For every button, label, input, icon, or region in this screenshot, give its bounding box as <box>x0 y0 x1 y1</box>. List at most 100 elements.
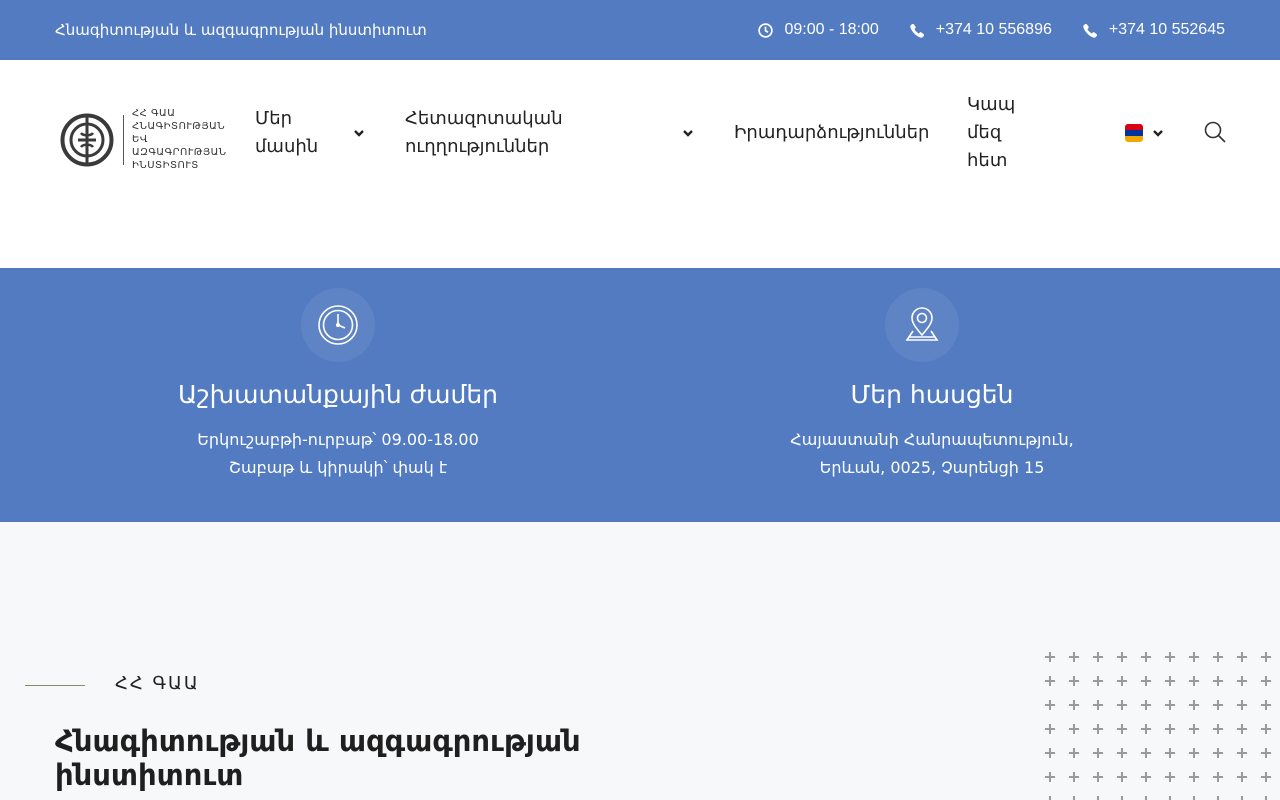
plus-icon <box>1213 676 1223 686</box>
language-switcher[interactable] <box>1125 124 1164 142</box>
plus-icon <box>1117 772 1127 782</box>
nav-item-contact[interactable]: Կապ մեզ հետ <box>967 94 1015 171</box>
plus-icon <box>1189 700 1199 710</box>
working-hours-text: 09:00 - 18:00 <box>784 21 879 38</box>
nav-item-label: Մեր <box>255 108 293 129</box>
chevron-down-icon <box>1153 130 1163 137</box>
phone-link-2[interactable]: +374 10 552645 <box>1082 21 1225 39</box>
plus-icon <box>1237 700 1247 710</box>
nav-item-events[interactable]: Իրադարձություններ <box>734 100 929 166</box>
plus-icon <box>1237 676 1247 686</box>
nav-item-label: Հետազոտական <box>405 108 563 129</box>
nav-item-about[interactable]: Մեր մասին <box>255 100 367 166</box>
phone-number-2: +374 10 552645 <box>1108 21 1225 38</box>
logo-text: ՀՀ ԳԱԱ ՀՆԱԳԻՏՈՒԹՅԱՆ ԵՎ ԱԶԳԱԳՐՈՒԹՅԱՆ ԻՆՍՏ… <box>132 107 244 172</box>
address-title: Մեր հասցեն <box>850 380 1014 409</box>
plus-icon <box>1069 796 1079 800</box>
plus-icon <box>1213 652 1223 662</box>
section-eyebrow-rule <box>25 685 85 686</box>
plus-icon <box>1093 748 1103 758</box>
plus-icon <box>1261 652 1271 662</box>
address-line-2: Երևան, 0025, Չարենցի 15 <box>819 458 1045 477</box>
plus-icon <box>1045 796 1055 800</box>
search-icon[interactable] <box>1204 121 1226 143</box>
plus-icon <box>1189 796 1199 800</box>
phone-link-1[interactable]: +374 10 556896 <box>909 21 1052 39</box>
logo-divider <box>123 114 124 165</box>
working-hours: 09:00 - 18:00 <box>757 21 879 39</box>
plus-icon <box>1189 772 1199 782</box>
plus-icon <box>1141 652 1151 662</box>
plus-icon <box>1261 796 1271 800</box>
institute-emblem-icon <box>60 113 114 166</box>
plus-icon <box>1261 724 1271 734</box>
plus-icon <box>1117 700 1127 710</box>
plus-icon <box>1045 748 1055 758</box>
plus-icon <box>1141 724 1151 734</box>
plus-icon <box>1069 700 1079 710</box>
phone-icon <box>1082 22 1099 39</box>
plus-icon <box>1261 676 1271 686</box>
address-line-1: Հայաստանի Հանրապետություն, <box>790 430 1074 449</box>
plus-icon <box>1117 748 1127 758</box>
plus-icon <box>1213 796 1223 800</box>
plus-icon <box>1093 772 1103 782</box>
plus-icon <box>1045 700 1055 710</box>
plus-icon <box>1213 772 1223 782</box>
plus-icon <box>1069 724 1079 734</box>
site-logo[interactable]: ՀՀ ԳԱԱ ՀՆԱԳԻՏՈՒԹՅԱՆ ԵՎ ԱԶԳԱԳՐՈՒԹՅԱՆ ԻՆՍՏ… <box>60 107 244 172</box>
top-bar: Հնագիտության և ազգագրության ինստիտուտ 09… <box>0 0 1280 60</box>
plus-icon <box>1141 676 1151 686</box>
plus-icon <box>1189 748 1199 758</box>
nav-item-label: հետ <box>967 150 1008 171</box>
plus-icon <box>1069 772 1079 782</box>
plus-icon <box>1261 772 1271 782</box>
phone-number-1: +374 10 556896 <box>935 21 1052 38</box>
plus-icon <box>1069 652 1079 662</box>
nav-item-research[interactable]: Հետազոտական ուղղություններ <box>405 100 697 166</box>
plus-icon <box>1093 700 1103 710</box>
plus-icon <box>1213 700 1223 710</box>
main-header: ՀՀ ԳԱԱ ՀՆԱԳԻՏՈՒԹՅԱՆ ԵՎ ԱԶԳԱԳՐՈՒԹՅԱՆ ԻՆՍՏ… <box>0 60 1280 268</box>
top-bar-institute-name: Հնագիտության և ազգագրության ինստիտուտ <box>55 21 427 39</box>
plus-icon <box>1237 796 1247 800</box>
flag-stripe <box>1125 136 1143 142</box>
decorative-plus-pattern <box>1040 650 1280 800</box>
nav-item-label: Կապ մեզ <box>967 94 1016 143</box>
plus-icon <box>1117 676 1127 686</box>
working-hours-title: Աշխատանքային ժամեր <box>177 380 499 409</box>
phone-icon <box>909 22 926 39</box>
top-bar-contacts: 09:00 - 18:00 +374 10 556896 +374 10 552… <box>757 21 1225 39</box>
plus-icon <box>1093 796 1103 800</box>
plus-icon <box>1189 724 1199 734</box>
plus-icon <box>1165 772 1175 782</box>
clock-icon <box>757 22 774 39</box>
plus-icon <box>1165 748 1175 758</box>
plus-icon <box>1141 748 1151 758</box>
plus-icon <box>1141 700 1151 710</box>
plus-icon <box>1165 652 1175 662</box>
plus-icon <box>1117 724 1127 734</box>
plus-icon <box>1165 724 1175 734</box>
working-hours-weekdays: Երկուշաբթի-ուրբաթ՝ 09.00-18.00 <box>197 430 479 449</box>
plus-icon <box>1045 676 1055 686</box>
info-band: Աշխատանքային ժամեր Երկուշաբթի-ուրբաթ՝ 09… <box>0 268 1280 522</box>
plus-icon <box>1261 748 1271 758</box>
plus-icon <box>1045 772 1055 782</box>
plus-icon <box>1045 652 1055 662</box>
plus-icon <box>1237 724 1247 734</box>
about-section: ՀՀ ԳԱԱ Հնագիտության և ազգագրության ինստի… <box>0 522 1280 800</box>
map-pin-icon <box>885 288 959 362</box>
plus-icon <box>1165 676 1175 686</box>
nav-item-label: Իրադարձություններ <box>734 122 930 143</box>
logo-text-line: ՀՀ ԳԱԱ <box>132 108 176 119</box>
plus-icon <box>1093 676 1103 686</box>
plus-icon <box>1141 796 1151 800</box>
section-title: Հնագիտության և ազգագրության ինստիտուտ <box>55 724 581 792</box>
plus-icon <box>1237 772 1247 782</box>
plus-icon <box>1045 724 1055 734</box>
plus-icon <box>1261 700 1271 710</box>
plus-icon <box>1189 676 1199 686</box>
plus-icon <box>1069 676 1079 686</box>
logo-text-line: ՀՆԱԳԻՏՈՒԹՅԱՆ ԵՎ <box>132 121 226 145</box>
